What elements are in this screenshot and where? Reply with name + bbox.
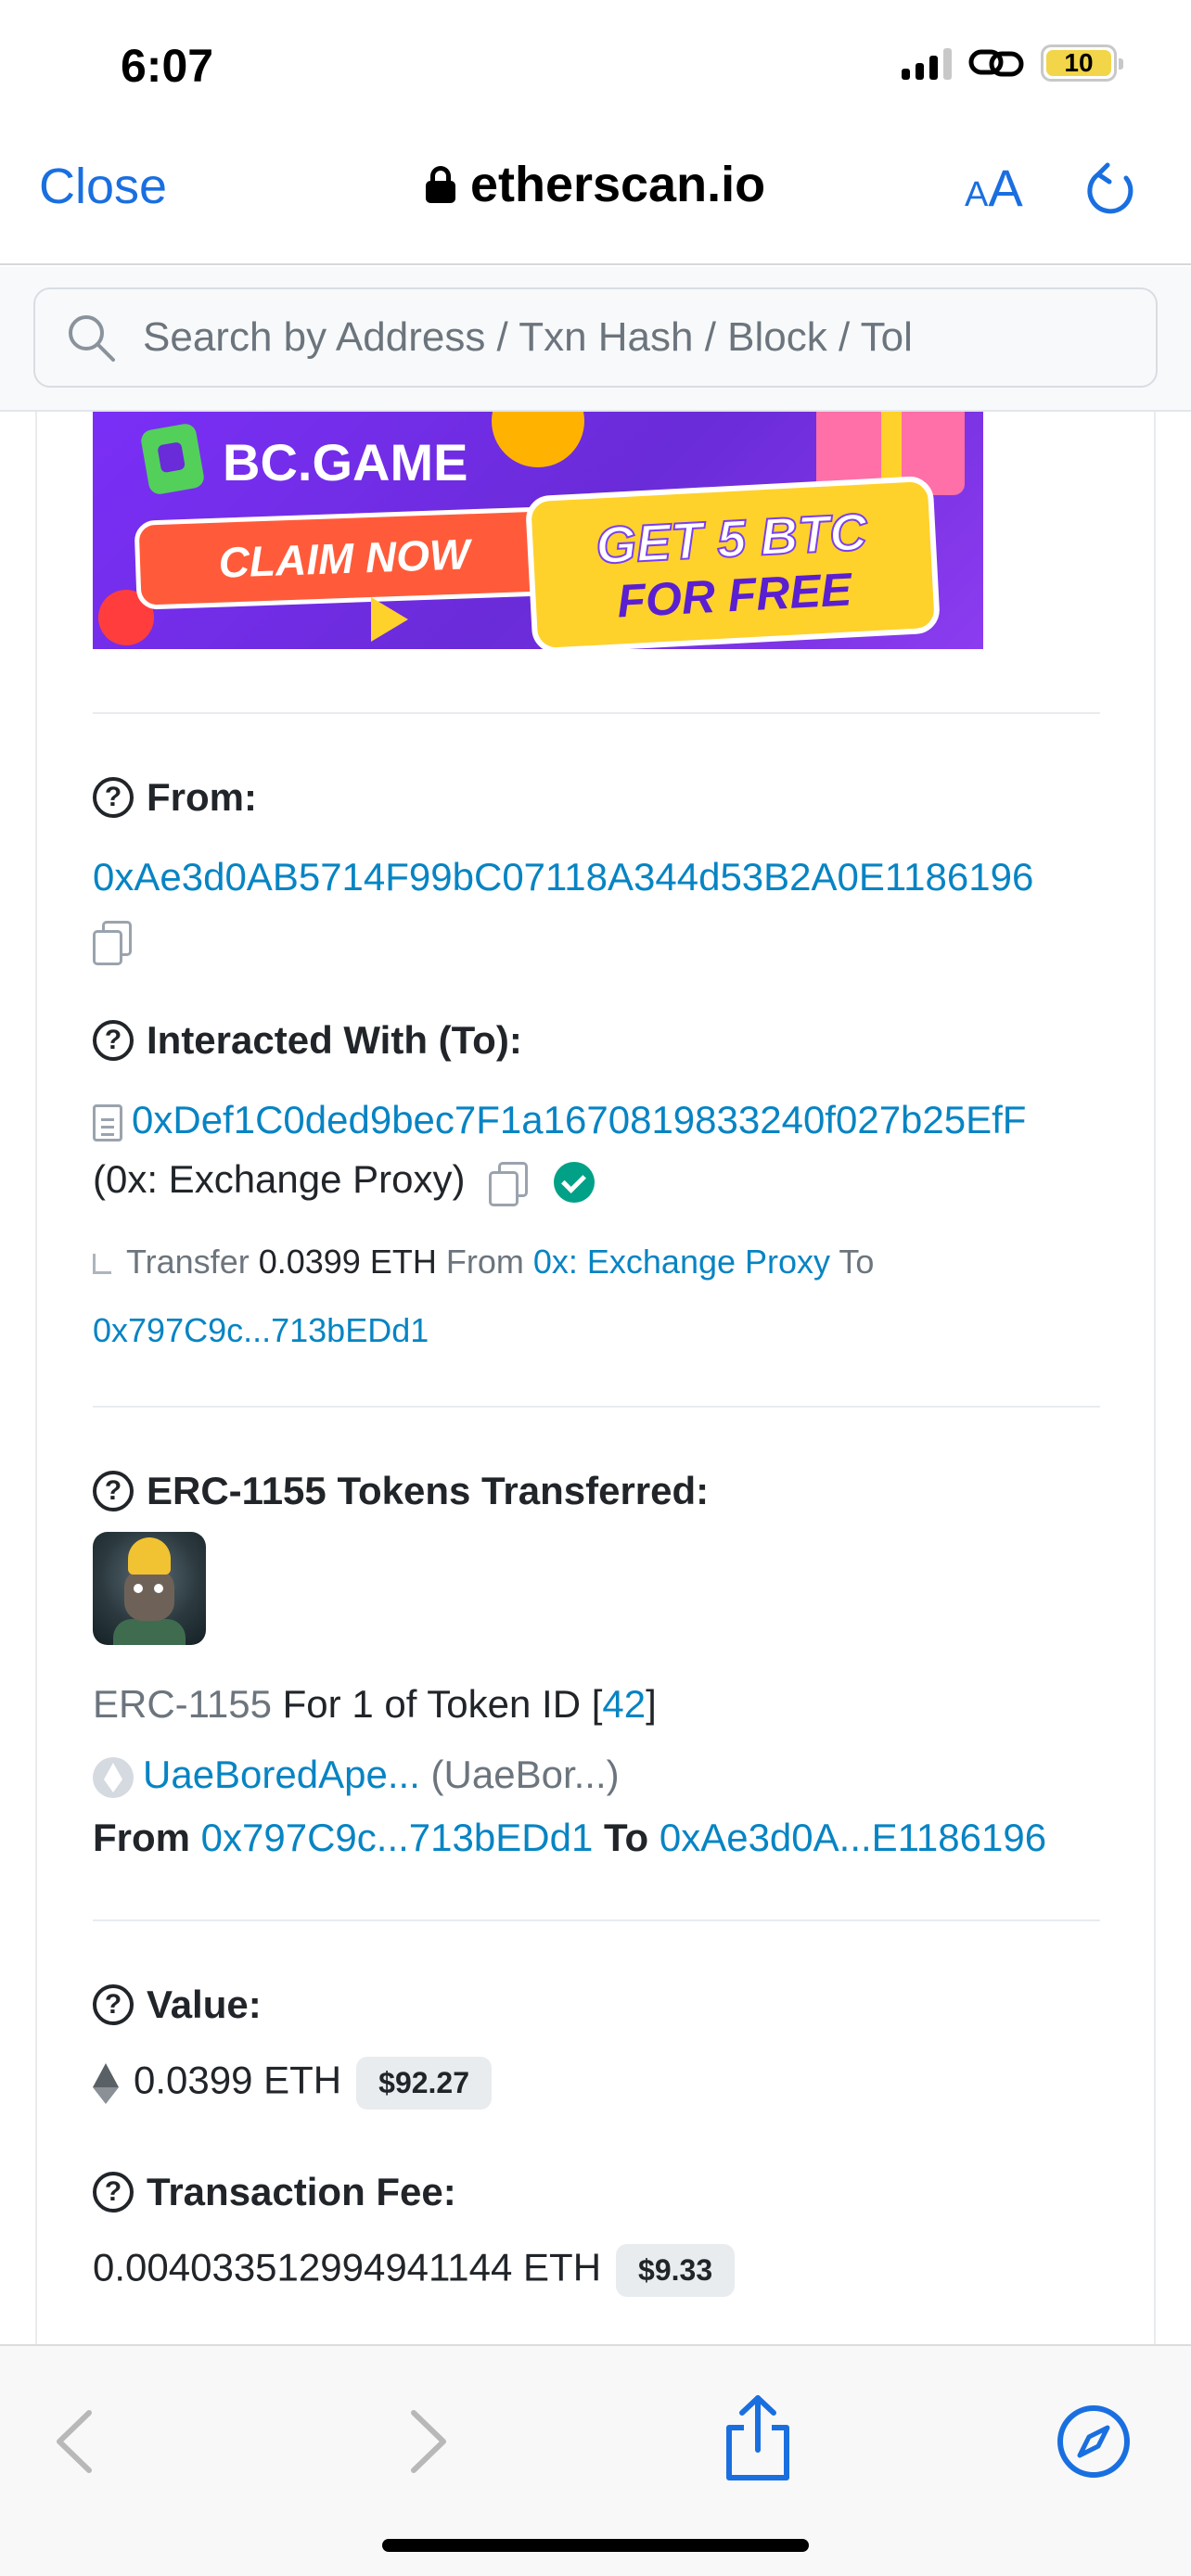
text-size-big-glyph: A <box>988 159 1023 217</box>
browser-header: Close etherscan.io AA <box>0 130 1191 265</box>
branch-icon <box>93 1254 111 1275</box>
promo-box: GET 5 BTC FOR FREE <box>524 475 941 649</box>
contract-row: 0xDef1C0ded9bec7F1a1670819833240f027b25E… <box>93 1098 1026 1142</box>
status-bar: 6:07 10 <box>0 0 1191 130</box>
nft-thumbnail[interactable] <box>93 1532 206 1645</box>
token-from-to-row: From 0x797C9c...713bEDd1 To 0xAe3d0A...E… <box>93 1816 1047 1859</box>
compass-icon[interactable] <box>1052 2400 1135 2483</box>
value-amount: 0.0399 ETH <box>134 2058 342 2102</box>
divider <box>93 712 1100 714</box>
search-placeholder: Search by Address / Txn Hash / Block / T… <box>143 314 913 360</box>
token-logo-icon <box>93 1756 134 1798</box>
home-indicator <box>382 2539 809 2552</box>
from-label: ? From: <box>93 775 257 820</box>
interacted-with-label: ? Interacted With (To): <box>93 1018 522 1063</box>
promo-line2: FOR FREE <box>616 562 853 628</box>
lock-icon <box>425 166 455 203</box>
contract-name-row: (0x: Exchange Proxy) <box>93 1157 595 1206</box>
fee-row: 0.004033512994941144 ETH $9.33 <box>93 2244 736 2297</box>
help-icon[interactable]: ? <box>93 1471 134 1511</box>
search-input[interactable]: Search by Address / Txn Hash / Block / T… <box>33 287 1158 388</box>
claim-now-button: CLAIM NOW <box>134 506 555 610</box>
fee-label: ? Transaction Fee: <box>93 2170 456 2214</box>
value-usd-badge: $92.27 <box>356 2057 493 2110</box>
banner-brand: BC.GAME <box>223 433 468 491</box>
ad-banner[interactable]: BC.GAME CLAIM NOW GET 5 BTC FOR FREE <box>93 412 983 649</box>
reload-icon[interactable] <box>1083 161 1139 219</box>
token-id-link[interactable]: 42 <box>602 1682 646 1726</box>
token-name-row: UaeBoredApe... (UaeBor...) <box>93 1753 620 1798</box>
transfer-to-link[interactable]: 0x797C9c...713bEDd1 <box>93 1311 429 1350</box>
text-size-button[interactable]: AA <box>965 158 1023 218</box>
token-standard: ERC-1155 <box>93 1682 272 1726</box>
divider <box>93 1406 1100 1408</box>
fee-amount: 0.004033512994941144 ETH <box>93 2245 602 2289</box>
value-label: ? Value: <box>93 1983 262 2027</box>
link-icon <box>968 49 1024 77</box>
battery-level: 10 <box>1046 48 1111 77</box>
battery-icon: 10 <box>1041 45 1123 82</box>
help-icon[interactable]: ? <box>93 1984 134 2025</box>
bc-game-logo <box>139 422 206 496</box>
help-icon[interactable]: ? <box>93 777 134 818</box>
tokens-transferred-label: ? ERC-1155 Tokens Transferred: <box>93 1469 709 1513</box>
contract-icon <box>93 1103 122 1141</box>
url-text: etherscan.io <box>469 157 766 212</box>
token-detail-row: ERC-1155 For 1 of Token ID [42] <box>93 1682 657 1726</box>
transfer-amount: 0.0399 ETH <box>258 1243 437 1281</box>
value-row: 0.0399 ETH $92.27 <box>93 2057 493 2110</box>
token-from-link[interactable]: 0x797C9c...713bEDd1 <box>201 1816 594 1859</box>
fee-usd-badge: $9.33 <box>616 2244 736 2297</box>
eth-icon <box>93 2062 119 2104</box>
status-indicators: 10 <box>902 45 1123 82</box>
token-symbol: (UaeBor...) <box>430 1753 620 1796</box>
transfer-from-link[interactable]: 0x: Exchange Proxy <box>533 1243 830 1281</box>
cellular-signal-icon <box>902 46 952 80</box>
contract-address-link[interactable]: 0xDef1C0ded9bec7F1a1670819833240f027b25E… <box>132 1098 1026 1141</box>
forward-icon[interactable] <box>382 2400 466 2483</box>
copy-icon[interactable] <box>489 1161 529 1206</box>
search-area: Search by Address / Txn Hash / Block / T… <box>0 267 1191 412</box>
status-time: 6:07 <box>121 40 214 92</box>
copy-icon[interactable] <box>93 920 132 965</box>
internal-transfer-row: Transfer 0.0399 ETH From 0x: Exchange Pr… <box>93 1243 874 1282</box>
copy-from-address[interactable] <box>93 916 132 965</box>
contract-name: (0x: Exchange Proxy) <box>93 1157 466 1201</box>
token-name-link[interactable]: UaeBoredApe... <box>143 1753 420 1796</box>
help-icon[interactable]: ? <box>93 1020 134 1061</box>
text-size-small-glyph: A <box>965 175 989 214</box>
transaction-card: BC.GAME CLAIM NOW GET 5 BTC FOR FREE ? F… <box>35 412 1156 2346</box>
share-icon[interactable] <box>716 2392 800 2485</box>
search-icon <box>69 315 115 362</box>
divider <box>93 1919 1100 1921</box>
token-to-link[interactable]: 0xAe3d0A...E1186196 <box>660 1816 1046 1859</box>
back-icon[interactable] <box>37 2400 121 2483</box>
verified-check-icon <box>553 1161 595 1203</box>
help-icon[interactable]: ? <box>93 2172 134 2213</box>
from-address-link[interactable]: 0xAe3d0AB5714F99bC07118A344d53B2A0E11861… <box>93 855 1033 899</box>
